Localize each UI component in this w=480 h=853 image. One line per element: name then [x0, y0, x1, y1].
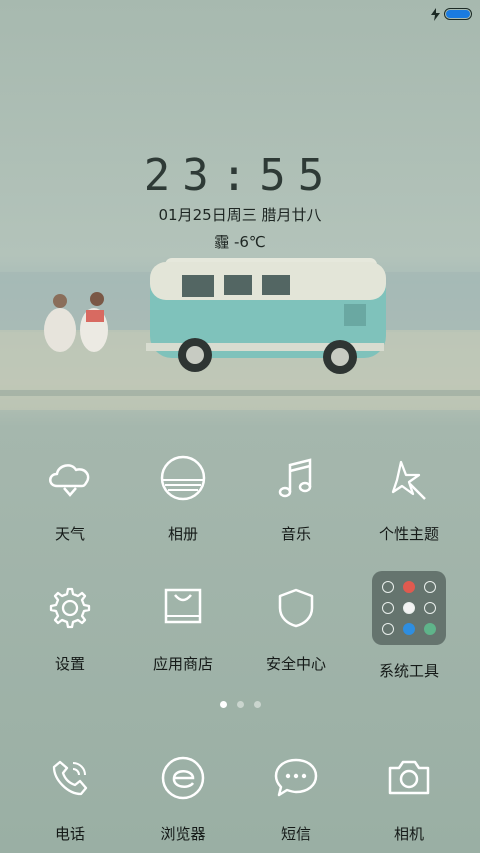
page-dot-2[interactable]	[236, 701, 244, 708]
app-music[interactable]: 音乐	[236, 448, 356, 544]
battery-level	[446, 10, 470, 18]
dock-phone[interactable]: 电话	[10, 748, 130, 844]
app-label: 音乐	[280, 525, 311, 543]
app-label: 设置	[54, 655, 85, 673]
dock-camera[interactable]: 相机	[349, 748, 469, 844]
folder-app-icon	[402, 622, 415, 635]
gear-icon	[49, 587, 91, 629]
app-album[interactable]: 相册	[123, 448, 243, 544]
date-text: 01月25日周三 腊月廿八	[158, 206, 322, 224]
app-security[interactable]: 安全中心	[236, 578, 356, 674]
app-store[interactable]: 应用商店	[123, 578, 243, 674]
folder-app-icon	[423, 601, 436, 614]
message-bubble-icon	[274, 758, 318, 797]
app-label: 应用商店	[152, 655, 213, 673]
weather-text[interactable]: 霾 -6℃	[0, 231, 480, 252]
wallpaper	[0, 0, 480, 853]
folder-app-icon	[402, 581, 415, 594]
clock-time[interactable]: 23:55	[0, 150, 480, 201]
app-label: 个性主题	[378, 525, 439, 543]
shield-icon	[278, 588, 314, 628]
page-dot-1[interactable]	[219, 701, 227, 708]
status-bar	[431, 4, 472, 24]
app-label: 安全中心	[265, 655, 326, 673]
app-system-tools-folder[interactable]: 系统工具	[349, 571, 469, 681]
battery-icon	[444, 8, 472, 20]
folder-app-icon	[382, 622, 395, 635]
app-theme[interactable]: 个性主题	[349, 448, 469, 544]
folder-app-icon	[382, 601, 395, 614]
music-note-icon	[278, 458, 312, 498]
folder-icon	[372, 571, 446, 645]
folder-app-icon	[402, 601, 415, 614]
camera-icon	[388, 760, 430, 795]
phone-icon	[52, 760, 88, 796]
app-label: 天气	[54, 525, 85, 543]
app-weather[interactable]: 天气	[10, 448, 130, 544]
folder-app-icon	[423, 581, 436, 594]
sunset-album-icon	[160, 455, 206, 501]
app-settings[interactable]: 设置	[10, 578, 130, 674]
app-label: 电话	[54, 825, 85, 843]
dock-browser[interactable]: 浏览器	[123, 748, 243, 844]
app-label: 相册	[167, 525, 198, 543]
folder-app-icon	[423, 622, 436, 635]
app-label: 系统工具	[378, 662, 439, 680]
dock-messages[interactable]: 短信	[236, 748, 356, 844]
van-illustration	[146, 258, 386, 374]
app-label: 浏览器	[160, 825, 206, 843]
charging-bolt-icon	[431, 7, 440, 21]
cloud-weather-icon	[49, 464, 90, 497]
app-label: 短信	[280, 825, 311, 843]
page-dot-3[interactable]	[253, 701, 261, 708]
page-indicator	[0, 701, 480, 708]
folder-app-icon	[382, 581, 395, 594]
shopping-bag-icon	[164, 588, 202, 624]
magic-star-icon	[391, 460, 426, 500]
app-label: 相机	[393, 825, 424, 843]
browser-e-icon	[161, 756, 205, 800]
